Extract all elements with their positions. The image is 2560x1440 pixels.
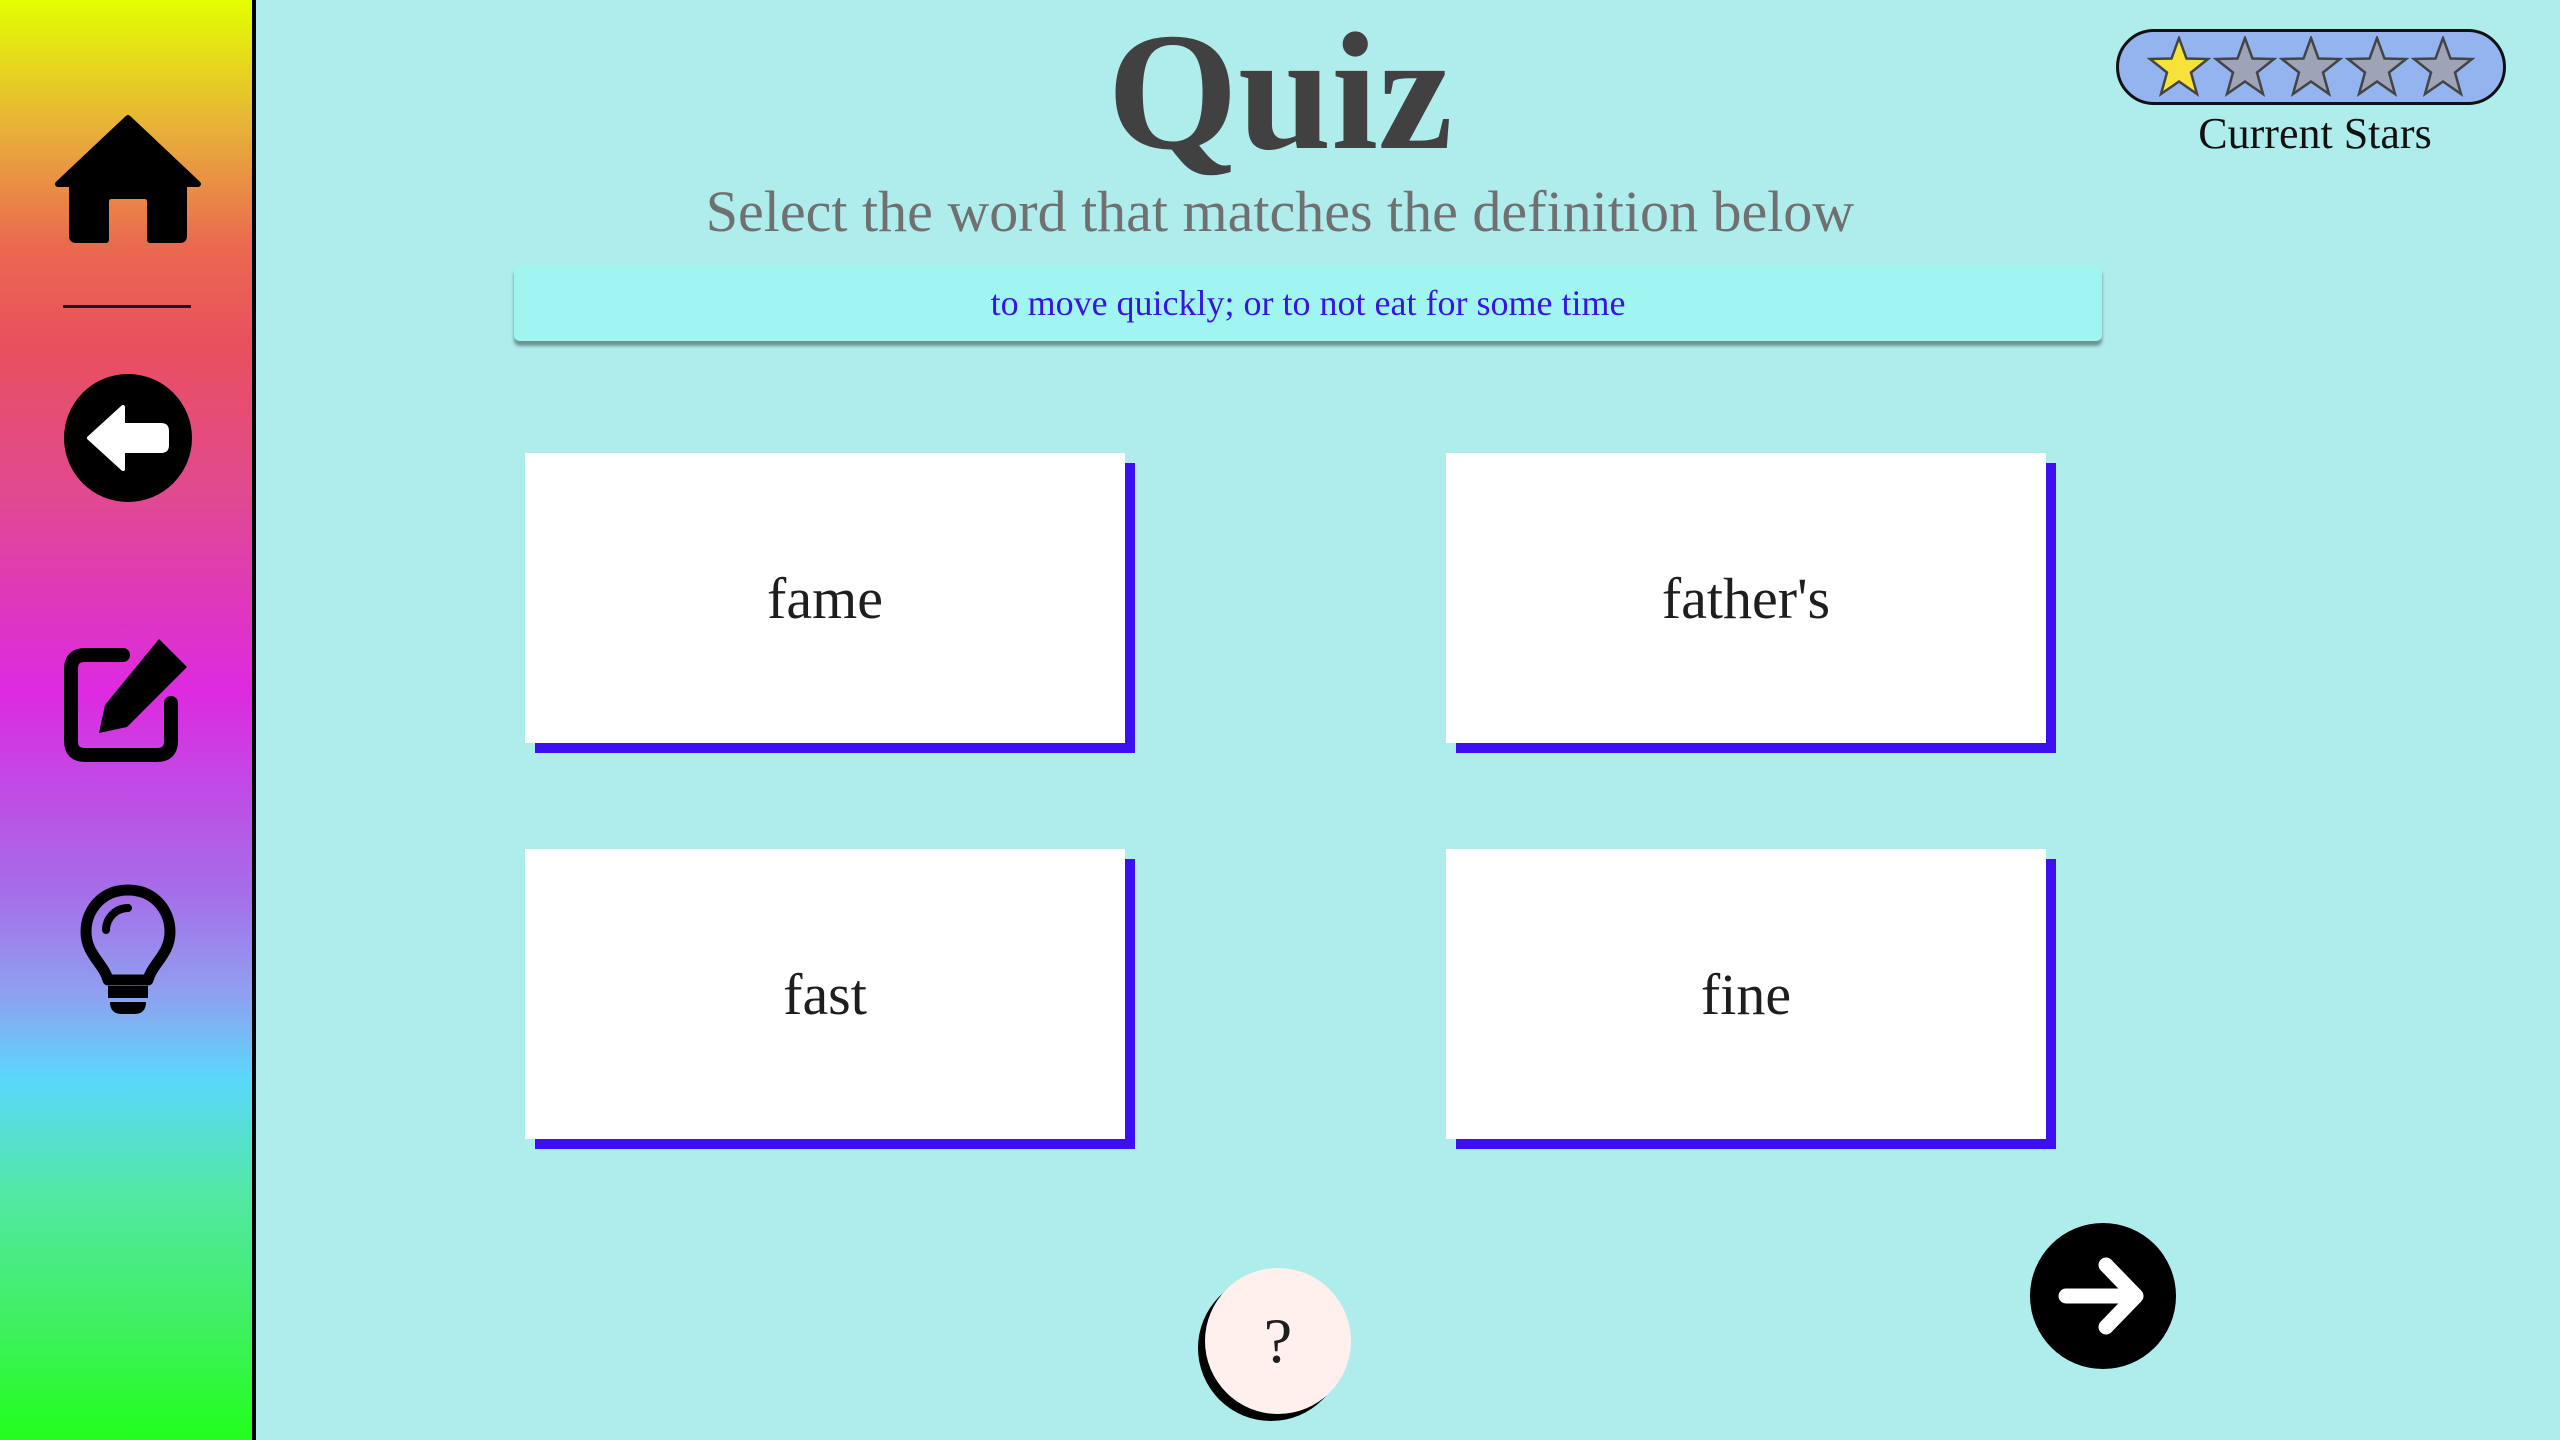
home-button[interactable] xyxy=(0,108,256,248)
star-rating xyxy=(2116,29,2506,105)
answer-label: fast xyxy=(783,961,867,1027)
edit-button[interactable] xyxy=(0,628,256,768)
back-button[interactable] xyxy=(0,368,256,508)
answer-label: father's xyxy=(1661,565,1831,631)
star-empty-icon xyxy=(2213,36,2277,98)
star-empty-icon xyxy=(2411,36,2475,98)
sidebar-divider xyxy=(63,305,191,308)
definition-text: to move quickly; or to not eat for some … xyxy=(990,283,1626,323)
sidebar xyxy=(0,0,256,1440)
star-empty-icon xyxy=(2345,36,2409,98)
back-arrow-icon xyxy=(64,374,192,502)
star-empty-icon xyxy=(2279,36,2343,98)
lightbulb-icon xyxy=(80,884,176,1014)
help-label: ? xyxy=(1263,1305,1293,1376)
stars-label: Current Stars xyxy=(2198,109,2432,158)
help-button[interactable]: ? xyxy=(1205,1268,1351,1414)
answer-option[interactable]: fine xyxy=(1446,849,2046,1139)
edit-icon xyxy=(64,639,187,762)
page-title: Quiz xyxy=(1107,0,1453,185)
answer-option[interactable]: fame xyxy=(525,453,1125,743)
answer-label: fine xyxy=(1700,961,1792,1027)
instruction-text: Select the word that matches the definit… xyxy=(705,179,1855,244)
answer-label: fame xyxy=(767,565,883,631)
definition-box: to move quickly; or to not eat for some … xyxy=(514,265,2102,341)
next-button[interactable] xyxy=(2030,1223,2176,1369)
hint-button[interactable] xyxy=(0,880,256,1020)
home-icon xyxy=(55,115,201,243)
answer-option[interactable]: father's xyxy=(1446,453,2046,743)
arrow-right-icon xyxy=(2058,1257,2144,1335)
star-filled-icon xyxy=(2147,36,2211,98)
answer-option[interactable]: fast xyxy=(525,849,1125,1139)
